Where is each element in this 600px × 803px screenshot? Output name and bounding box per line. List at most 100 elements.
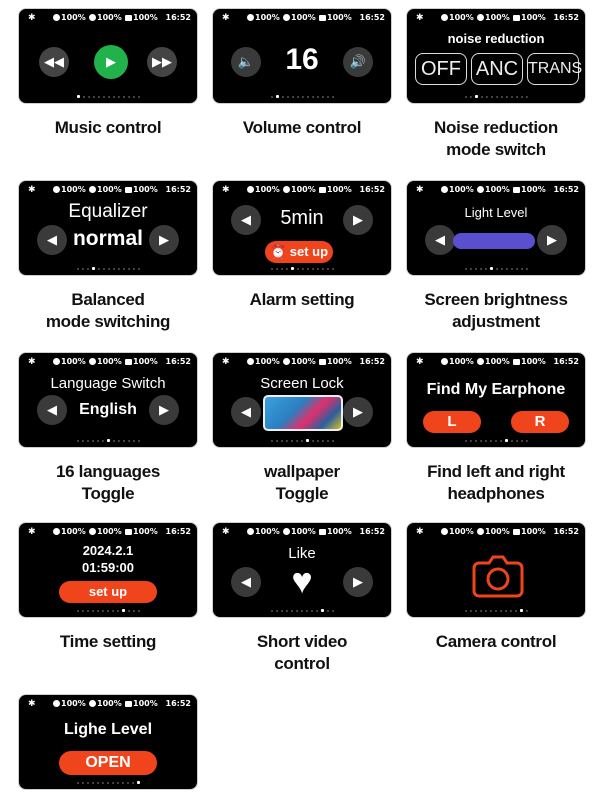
page-dot[interactable] [480, 96, 483, 98]
page-dot[interactable] [112, 440, 115, 442]
page-dot[interactable] [132, 96, 135, 98]
page-dot[interactable] [505, 96, 508, 98]
page-dot[interactable] [285, 440, 288, 442]
page-dot[interactable] [107, 268, 110, 270]
page-dot[interactable] [126, 782, 129, 784]
page-dot[interactable] [320, 609, 324, 612]
camera-icon[interactable] [471, 555, 525, 599]
device-screen[interactable]: ✱ 100% 100% 100% 16:52 Like ◀ ♥ ▶ [212, 522, 392, 618]
page-dot[interactable] [97, 268, 100, 270]
page-dot[interactable] [101, 782, 104, 784]
page-dot[interactable] [295, 440, 298, 442]
page-dot[interactable] [311, 440, 314, 442]
page-dot[interactable] [490, 96, 493, 98]
page-dot[interactable] [520, 96, 523, 98]
page-dot[interactable] [489, 267, 493, 270]
page-dot[interactable] [82, 96, 85, 98]
page-dot[interactable] [290, 610, 293, 612]
page-dot[interactable] [280, 440, 283, 442]
page-dot[interactable] [331, 268, 334, 270]
prev-button[interactable]: ◀ [231, 397, 261, 427]
find-left-button[interactable]: L [423, 411, 481, 433]
page-dot[interactable] [469, 440, 472, 442]
page-dot[interactable] [91, 610, 94, 612]
page-dot[interactable] [499, 440, 502, 442]
page-dot[interactable] [464, 268, 467, 270]
page-dot[interactable] [525, 268, 528, 270]
page-dot[interactable] [97, 96, 100, 98]
page-dot[interactable] [331, 96, 334, 98]
page-dot[interactable] [116, 782, 119, 784]
device-screen[interactable]: ✱ 100% 100% 100% 16:52 Light Level ◀ ▶ [406, 180, 586, 276]
page-dot[interactable] [86, 440, 89, 442]
page-dot[interactable] [464, 440, 467, 442]
alarm-setup-button[interactable]: ⏰ set up [265, 241, 333, 263]
page-dot[interactable] [484, 610, 487, 612]
page-dot[interactable] [76, 440, 79, 442]
page-dot[interactable] [121, 782, 124, 784]
brightness-bar[interactable] [453, 233, 535, 249]
page-dot[interactable] [76, 610, 79, 612]
next-button[interactable]: ▶ [343, 567, 373, 597]
find-right-button[interactable]: R [511, 411, 569, 433]
device-screen[interactable]: ✱ 100% 100% 100% 16:52 ◀ 5min ▶ ⏰ set up [212, 180, 392, 276]
page-dot[interactable] [326, 610, 329, 612]
page-dot[interactable] [500, 96, 503, 98]
page-dot[interactable] [101, 610, 104, 612]
page-dot[interactable] [81, 782, 84, 784]
volume-up-button[interactable]: 🔊 [343, 47, 373, 77]
page-dot[interactable] [91, 440, 94, 442]
page-dot[interactable] [321, 96, 324, 98]
page-dot[interactable] [469, 610, 472, 612]
page-dot[interactable] [489, 610, 492, 612]
page-dot[interactable] [106, 439, 110, 442]
page-dot[interactable] [270, 440, 273, 442]
page-dot[interactable] [515, 96, 518, 98]
page-dot[interactable] [91, 267, 95, 270]
page-dot[interactable] [127, 96, 130, 98]
page-dot[interactable] [96, 610, 99, 612]
open-button[interactable]: OPEN [59, 751, 157, 775]
page-dot[interactable] [326, 268, 329, 270]
wallpaper-preview[interactable] [263, 395, 343, 431]
page-dot[interactable] [270, 96, 273, 98]
page-dot[interactable] [291, 96, 294, 98]
page-dot[interactable] [106, 782, 109, 784]
page-dot[interactable] [495, 96, 498, 98]
page-dot[interactable] [76, 95, 80, 98]
page-dot[interactable] [505, 268, 508, 270]
mode-trans-button[interactable]: TRANS [527, 53, 582, 85]
page-dot[interactable] [102, 96, 105, 98]
page-dot[interactable] [107, 96, 110, 98]
next-button[interactable]: ▶ [343, 205, 373, 235]
device-screen[interactable]: ✱ 100% 100% 100% 16:52 noise reduction O… [406, 8, 586, 104]
page-dot[interactable] [321, 268, 324, 270]
page-dot[interactable] [87, 96, 90, 98]
page-dot[interactable] [515, 268, 518, 270]
page-dot[interactable] [132, 610, 135, 612]
page-dot[interactable] [117, 96, 120, 98]
page-dot[interactable] [301, 268, 304, 270]
page-dot[interactable] [275, 610, 278, 612]
page-dot[interactable] [520, 268, 523, 270]
page-dot[interactable] [321, 440, 324, 442]
page-dot[interactable] [469, 96, 472, 98]
page-dot[interactable] [122, 268, 125, 270]
page-dot[interactable] [290, 440, 293, 442]
page-dot[interactable] [91, 782, 94, 784]
page-dot[interactable] [316, 440, 319, 442]
page-dot[interactable] [519, 609, 523, 612]
page-dot[interactable] [479, 610, 482, 612]
prev-button[interactable]: ◀ [425, 225, 455, 255]
page-dot[interactable] [311, 268, 314, 270]
page-dot[interactable] [127, 440, 130, 442]
page-dot[interactable] [326, 96, 329, 98]
page-dot[interactable] [300, 610, 303, 612]
next-button[interactable]: ▶ [149, 225, 179, 255]
page-dot[interactable] [520, 440, 523, 442]
page-dot[interactable] [510, 96, 513, 98]
device-screen[interactable]: ✱ 100% 100% 100% 16:52 Lighe Level OPEN [18, 694, 198, 790]
page-dot[interactable] [137, 268, 140, 270]
page-dot[interactable] [326, 440, 329, 442]
page-dot[interactable] [136, 781, 140, 784]
